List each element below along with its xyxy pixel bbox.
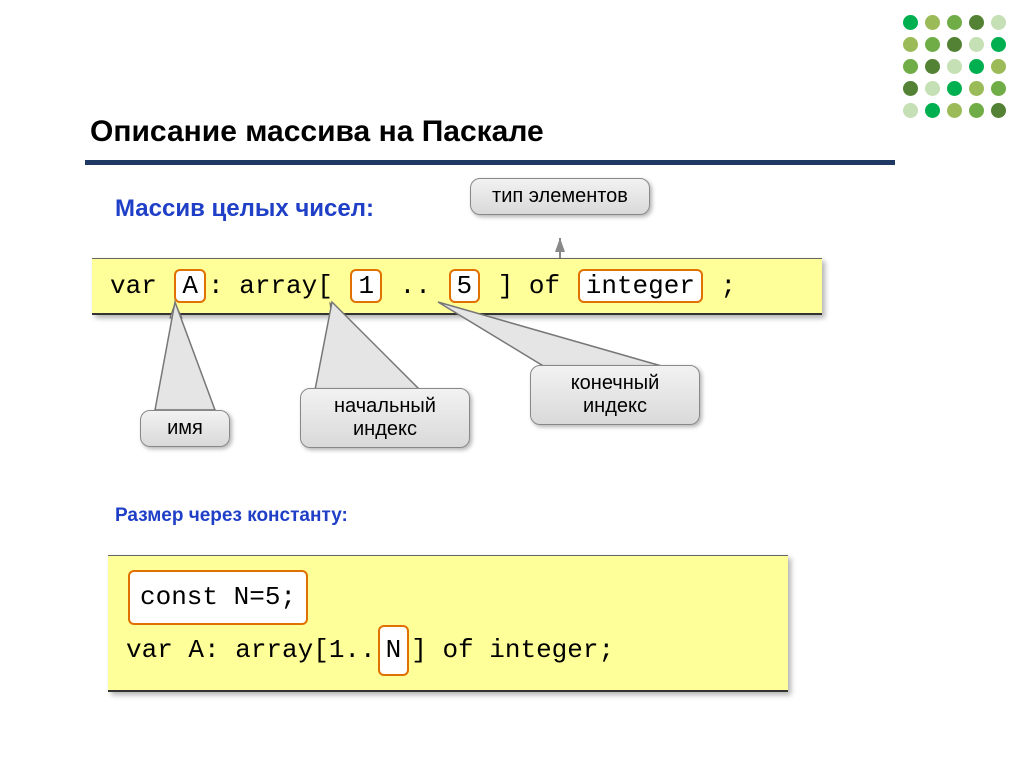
slide-title: Описание массива на Паскале — [90, 115, 544, 149]
callout-text: тип элементов — [492, 185, 628, 207]
code-array-declaration: var A: array[ 1 .. 5 ] of integer ; — [92, 258, 822, 315]
subtitle-integer-array: Массив целых чисел: — [115, 195, 374, 223]
code-token-type: integer — [578, 269, 703, 303]
callout-element-type: тип элементов — [470, 178, 650, 215]
callout-name: имя — [140, 410, 230, 447]
code-text: ] of — [482, 271, 576, 301]
code-token-end-index: 5 — [449, 269, 481, 303]
code-keyword-var: var — [110, 271, 172, 301]
code-text: : array[ — [208, 271, 348, 301]
code-token-n: N — [378, 625, 410, 676]
code-const-declaration: const N=5; var A: array[1..N] of integer… — [108, 555, 788, 692]
callout-text: имя — [167, 417, 203, 439]
code-text: var A: array[1.. — [126, 635, 376, 665]
subtitle-const-size: Размер через константу: — [115, 505, 348, 527]
code-text: .. — [384, 271, 446, 301]
callout-end-index: конечный индекс — [530, 365, 700, 425]
decorative-dots — [903, 15, 1009, 121]
code-text: ; — [705, 271, 736, 301]
code-text: ] of integer; — [411, 635, 614, 665]
code-token-const-line: const N=5; — [128, 570, 308, 625]
callout-text: начальный индекс — [334, 395, 436, 440]
code-token-name: A — [174, 269, 206, 303]
code-token-start-index: 1 — [350, 269, 382, 303]
callout-start-index: начальный индекс — [300, 388, 470, 448]
callout-text: конечный индекс — [571, 372, 660, 417]
title-underline — [85, 160, 895, 165]
